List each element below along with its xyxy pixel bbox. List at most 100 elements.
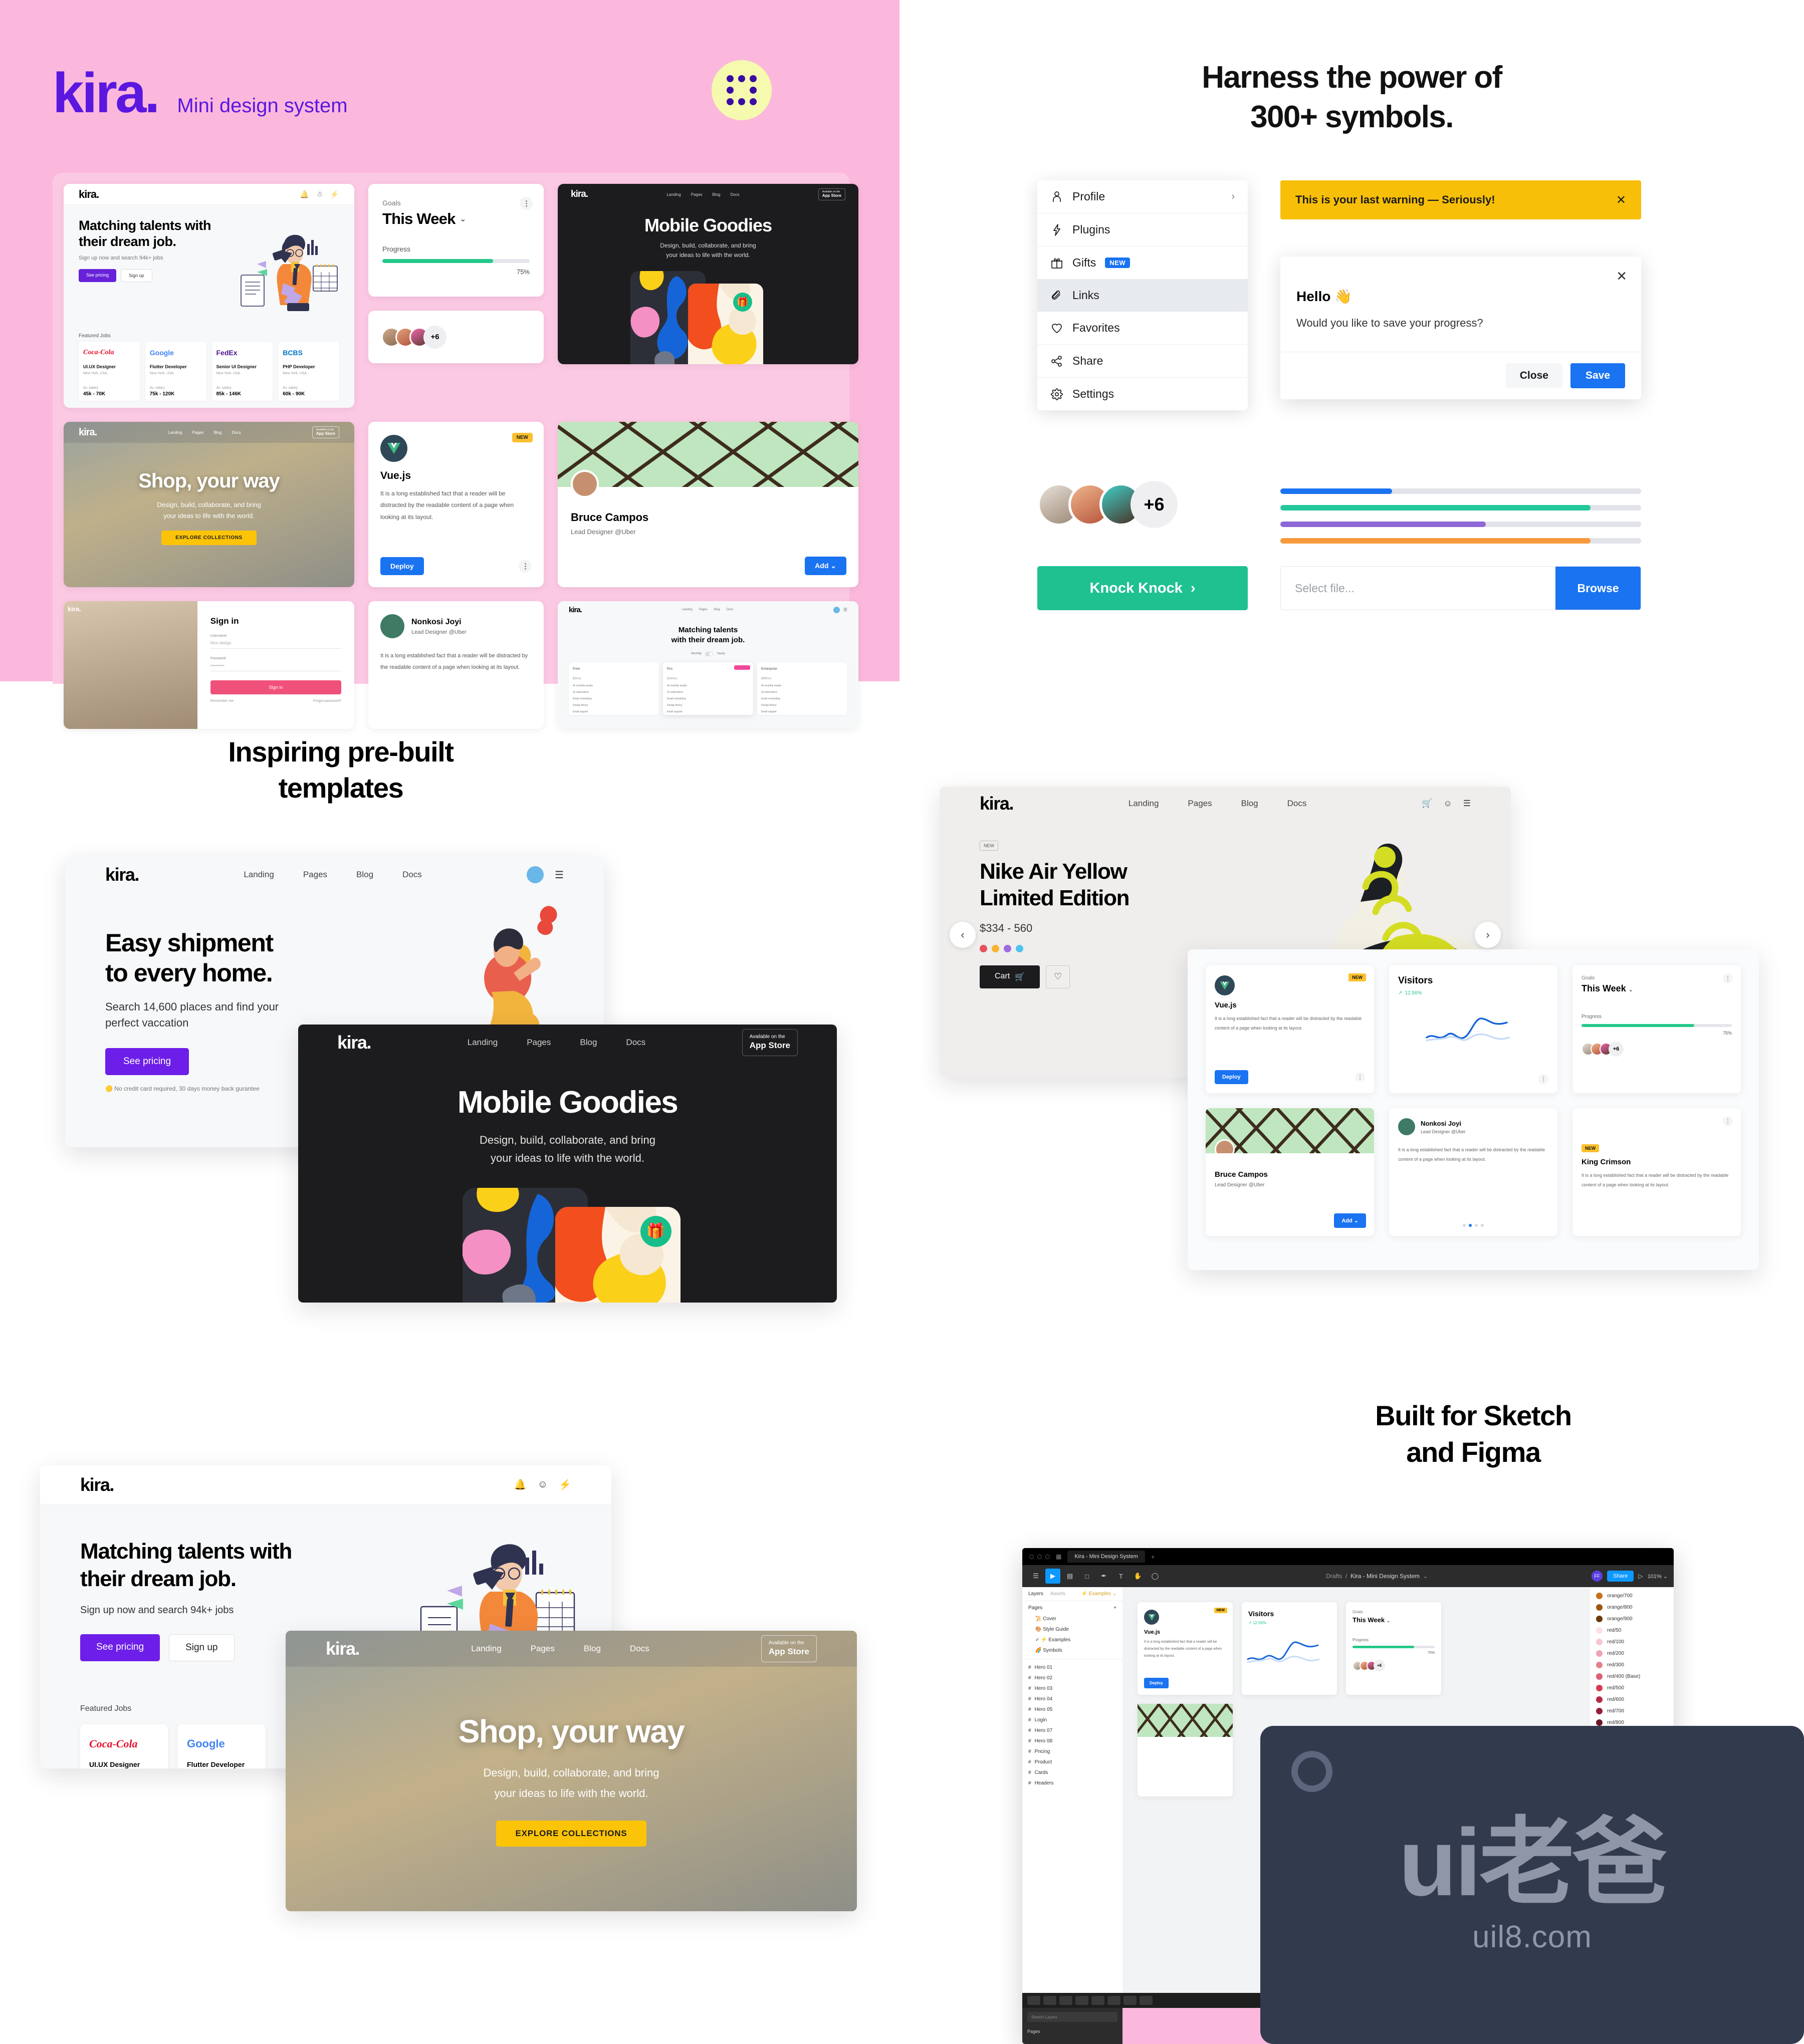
kebab-menu-icon[interactable] xyxy=(1538,1074,1548,1084)
dash-card-bruce[interactable]: Bruce Campos Lead Designer @Uber Add ⌄ xyxy=(1206,1108,1374,1236)
nav-link[interactable]: Docs xyxy=(730,192,739,197)
tool-icon[interactable] xyxy=(1107,1996,1120,2005)
job-card[interactable]: FedEx Senior UI Designer New York, USA A… xyxy=(211,342,273,401)
knock-knock-button[interactable]: Knock Knock › xyxy=(1037,566,1248,610)
deploy-button[interactable]: Deploy xyxy=(1144,1678,1169,1688)
nav-links[interactable]: Landing Pages Blog Docs xyxy=(1129,799,1306,809)
shop-nav-links[interactable]: Landing Pages Blog Docs xyxy=(168,430,241,435)
nav-link[interactable]: Docs xyxy=(402,870,422,880)
card-nonkosi[interactable]: Nonkosi Joyi Lead Designer @Uber It is a… xyxy=(368,601,544,729)
comment-tool-icon[interactable]: ◯ xyxy=(1148,1569,1163,1584)
new-tab-icon[interactable]: + xyxy=(1151,1553,1155,1561)
toggle-switch[interactable] xyxy=(705,651,714,656)
dash-card-nonkosi[interactable]: Nonkosi Joyi Lead Designer @Uber It is a… xyxy=(1389,1108,1557,1236)
kebab-menu-icon[interactable] xyxy=(1355,1072,1365,1082)
swatch-row[interactable]: orange/800 xyxy=(1590,1602,1674,1613)
chevron-down-icon[interactable]: ⌄ xyxy=(460,214,467,224)
page-item-style-guide[interactable]: 🎨 Style Guide xyxy=(1022,1624,1122,1635)
nav-link[interactable]: Docs xyxy=(630,1644,649,1654)
kebab-menu-icon[interactable] xyxy=(1723,1116,1733,1126)
shape-tool-icon[interactable]: □ xyxy=(1079,1569,1094,1584)
nav-link[interactable]: Blog xyxy=(584,1644,601,1654)
nav-link[interactable]: Blog xyxy=(213,430,221,435)
avatar[interactable] xyxy=(833,606,840,613)
sign-up-button[interactable]: Sign up xyxy=(169,1634,235,1661)
job-card[interactable]: Coca-Cola UI.UX Designer New York, USA A… xyxy=(80,1724,168,1768)
tool-icon[interactable] xyxy=(1043,1996,1056,2005)
page-item-cover[interactable]: 📜 Cover xyxy=(1022,1614,1122,1624)
nav-link[interactable]: Landing xyxy=(244,870,274,880)
nav-links[interactable]: Landing Pages Blog Docs xyxy=(471,1644,649,1654)
menu-item-share[interactable]: Share xyxy=(1037,345,1248,377)
browse-button[interactable]: Browse xyxy=(1555,567,1641,610)
mg-nav-links[interactable]: Landing Pages Blog Docs xyxy=(666,192,739,197)
dialog-close-button[interactable]: Close xyxy=(1505,363,1562,388)
active-page-chip[interactable]: ⚡ Examples ⌄ xyxy=(1081,1591,1116,1597)
color-swatch[interactable] xyxy=(992,944,999,952)
pen-tool-icon[interactable]: ✒ xyxy=(1096,1569,1111,1584)
forgot-password-link[interactable]: Forgot password? xyxy=(313,699,341,703)
nav-link[interactable]: Landing xyxy=(682,608,692,611)
dash-card-king-crimson[interactable]: NEW King Crimson It is a long establishe… xyxy=(1572,1108,1741,1236)
avatar-more-count[interactable]: +6 xyxy=(1374,1660,1385,1671)
color-swatch[interactable] xyxy=(1016,944,1023,952)
remember-me-checkbox[interactable]: Remember me xyxy=(210,699,234,703)
add-button[interactable]: Add ⌄ xyxy=(805,557,846,575)
dialog-close-icon[interactable]: ✕ xyxy=(1280,257,1641,284)
goals-title[interactable]: This Week ⌄ xyxy=(1352,1616,1435,1624)
page-item-symbols[interactable]: 🌈 Symbols xyxy=(1022,1645,1122,1656)
file-input[interactable]: Select file... xyxy=(1281,567,1555,610)
text-tool-icon[interactable]: T xyxy=(1113,1569,1129,1584)
color-swatches[interactable] xyxy=(980,944,1471,952)
swatch-row[interactable]: red/400 (Base) xyxy=(1590,1671,1674,1682)
zoom-level[interactable]: 101% ⌄ xyxy=(1648,1573,1668,1580)
search-layers-input[interactable]: Search Layers xyxy=(1027,2012,1117,2022)
kebab-menu-icon[interactable] xyxy=(1723,973,1733,983)
nav-link[interactable]: Pages xyxy=(527,1038,551,1048)
tab-layers[interactable]: Layers xyxy=(1028,1591,1043,1597)
tool-icon[interactable] xyxy=(1075,1996,1088,2005)
app-store-button[interactable]: Available on the App Store xyxy=(761,1635,817,1662)
nav-link[interactable]: Landing xyxy=(468,1038,498,1048)
add-to-cart-button[interactable]: Cart 🛒 xyxy=(980,965,1040,988)
nav-link[interactable]: Landing xyxy=(471,1644,502,1654)
nav-link[interactable]: Blog xyxy=(580,1038,597,1048)
kebab-menu-icon[interactable] xyxy=(519,560,532,573)
tool-icon[interactable] xyxy=(1123,1996,1137,2005)
dash-card-goals[interactable]: Goals This Week ⌄ Progress 75% +6 xyxy=(1572,965,1741,1093)
nav-links[interactable]: Landing Pages Blog Docs xyxy=(244,870,421,880)
breadcrumb-file[interactable]: Kira - Mini Design System xyxy=(1350,1573,1420,1580)
canvas-card-bruce[interactable] xyxy=(1138,1704,1233,1797)
present-icon[interactable]: ▷ xyxy=(1638,1573,1643,1580)
layer-item[interactable]: # Hero 07 xyxy=(1022,1725,1122,1736)
job-card[interactable]: Coca-Cola UI.UX Designer New York, USA A… xyxy=(79,342,140,401)
plan-card[interactable]: Pro $24/mo 4k monthly emails 2k subscrib… xyxy=(663,662,753,715)
avatar-more-count[interactable]: +6 xyxy=(1131,481,1178,528)
username-input[interactable]: Nice design xyxy=(210,638,341,649)
card-bruce-campos[interactable]: Bruce Campos Lead Designer @Uber Add ⌄ xyxy=(558,422,858,587)
tool-icon[interactable] xyxy=(1140,1996,1153,2005)
menu-item-gifts[interactable]: Gifts NEW xyxy=(1037,246,1248,279)
share-button[interactable]: Share xyxy=(1607,1571,1634,1582)
app-store-button[interactable]: Available on the App Store xyxy=(312,426,339,439)
deploy-button[interactable]: Deploy xyxy=(380,557,424,575)
layer-item[interactable]: # Hero 01 xyxy=(1022,1662,1122,1673)
menu-item-settings[interactable]: Settings xyxy=(1037,378,1248,410)
swatch-row[interactable]: orange/700 xyxy=(1590,1590,1674,1602)
frame-tool-icon[interactable]: ▤ xyxy=(1062,1569,1077,1584)
nav-link[interactable]: Landing xyxy=(168,430,182,435)
hamburger-icon[interactable]: ☰ xyxy=(555,869,564,881)
nav-link[interactable]: Docs xyxy=(232,430,241,435)
goals-title-row[interactable]: This Week ⌄ xyxy=(1582,983,1732,994)
swatch-row[interactable]: red/600 xyxy=(1590,1694,1674,1705)
swatch-row[interactable]: orange/900 xyxy=(1590,1613,1674,1625)
user-icon[interactable]: ☺ xyxy=(1443,799,1452,809)
template-mobile-goodies[interactable]: kira. Landing Pages Blog Docs Available … xyxy=(298,1025,837,1303)
template-dashboard-cards[interactable]: NEW Vue.js It is a long established fact… xyxy=(1188,949,1759,1270)
swatch-row[interactable]: red/100 xyxy=(1590,1636,1674,1648)
explore-collections-button[interactable]: EXPLORE COLLECTIONS xyxy=(161,531,257,546)
layer-item[interactable]: # Headers xyxy=(1022,1778,1122,1788)
app-store-button[interactable]: Available on the App Store xyxy=(818,188,845,201)
nav-link[interactable]: Blog xyxy=(356,870,373,880)
file-picker[interactable]: Select file... Browse xyxy=(1280,566,1641,610)
